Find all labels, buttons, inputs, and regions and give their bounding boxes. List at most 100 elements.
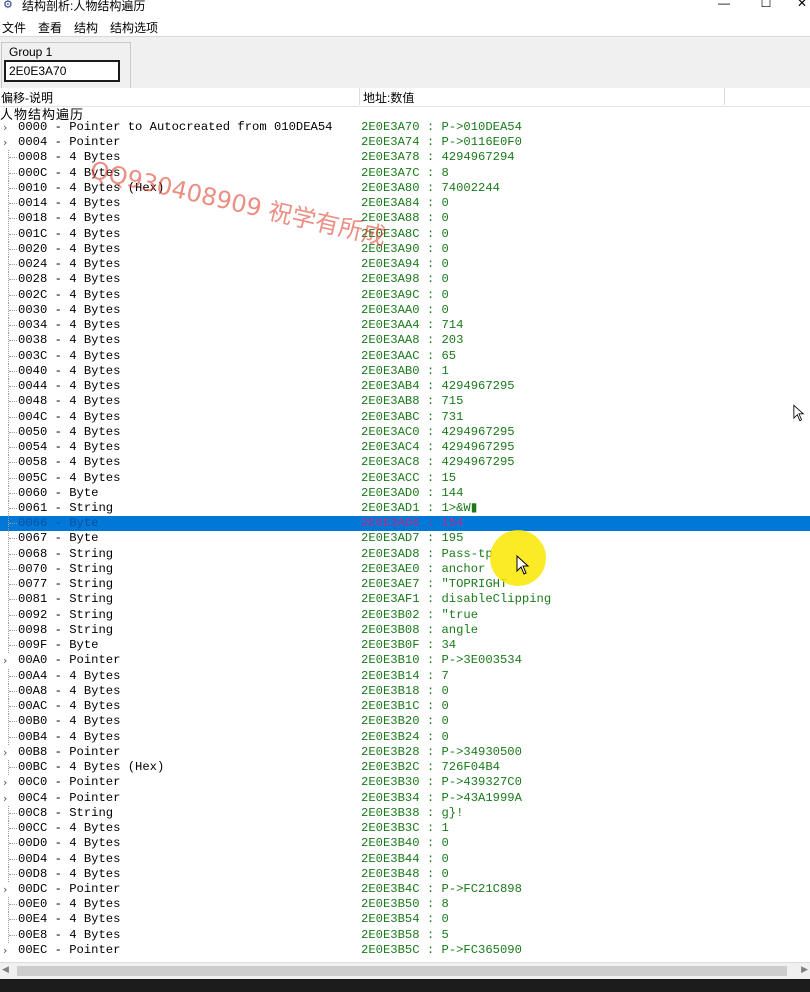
tree-row[interactable]: 0038 - 4 Bytes 2E0E3AA8 : 203 [0, 333, 810, 349]
row-address-value[interactable]: 2E0E3AD1 : 1>&W▮ [361, 501, 477, 516]
tree-row[interactable]: 00E4 - 4 Bytes 2E0E3B54 : 0 [0, 912, 810, 928]
horizontal-scrollbar[interactable]: ◀ ▶ [0, 962, 810, 980]
row-address-value[interactable]: 2E0E3B54 : 0 [361, 912, 449, 927]
structure-tree[interactable]: › 0000 - Pointer to Autocreated from 010D… [0, 120, 810, 960]
row-address-value[interactable]: 2E0E3AAC : 65 [361, 349, 456, 364]
tree-row[interactable]: 0020 - 4 Bytes 2E0E3A90 : 0 [0, 241, 810, 257]
row-address-value[interactable]: 2E0E3B50 : 8 [361, 897, 449, 912]
tree-row[interactable]: 005C - 4 Bytes 2E0E3ACC : 15 [0, 470, 810, 486]
tree-row[interactable]: 00E8 - 4 Bytes 2E0E3B58 : 5 [0, 927, 810, 943]
maximize-button[interactable]: ☐ [754, 0, 778, 12]
tree-row[interactable]: 0067 - Byte 2E0E3AD7 : 195 [0, 531, 810, 547]
row-address-value[interactable]: 2E0E3B18 : 0 [361, 684, 449, 699]
tree-row[interactable]: 0050 - 4 Bytes 2E0E3AC0 : 4294967295 [0, 424, 810, 440]
row-address-value[interactable]: 2E0E3AD8 : Pass-tp [361, 547, 493, 562]
row-address-value[interactable]: 2E0E3ABC : 731 [361, 410, 463, 425]
tree-row[interactable]: › 00DC - Pointer 2E0E3B4C : P->FC21C898 [0, 882, 810, 897]
tree-row[interactable]: 004C - 4 Bytes 2E0E3ABC : 731 [0, 409, 810, 425]
row-address-value[interactable]: 2E0E3B24 : 0 [361, 730, 449, 745]
tree-row[interactable]: 0040 - 4 Bytes 2E0E3AB0 : 1 [0, 363, 810, 379]
tree-row[interactable]: 00BC - 4 Bytes (Hex) 2E0E3B2C : 726F04B4 [0, 760, 810, 776]
expand-chevron-icon[interactable]: › [3, 943, 13, 958]
row-address-value[interactable]: 2E0E3AF1 : disableClipping [361, 592, 551, 607]
minimize-button[interactable]: — [712, 0, 736, 12]
row-address-value[interactable]: 2E0E3AB8 : 715 [361, 394, 463, 409]
row-address-value[interactable]: 2E0E3B34 : P->43A1999A [361, 791, 522, 806]
tree-row[interactable]: 0030 - 4 Bytes 2E0E3AA0 : 0 [0, 302, 810, 318]
tree-row[interactable]: › 0000 - Pointer to Autocreated from 010D… [0, 120, 810, 135]
row-address-value[interactable]: 2E0E3B48 : 0 [361, 867, 449, 882]
tree-row[interactable]: 00A4 - 4 Bytes 2E0E3B14 : 7 [0, 668, 810, 684]
tree-row[interactable]: 00A8 - 4 Bytes 2E0E3B18 : 0 [0, 683, 810, 699]
row-address-value[interactable]: 2E0E3AE0 : anchor [361, 562, 485, 577]
tree-row[interactable]: 00AC - 4 Bytes 2E0E3B1C : 0 [0, 699, 810, 715]
tree-row[interactable]: 0024 - 4 Bytes 2E0E3A94 : 0 [0, 257, 810, 273]
expand-chevron-icon[interactable]: › [3, 120, 13, 135]
row-address-value[interactable]: 2E0E3B3C : 1 [361, 821, 449, 836]
tree-row[interactable]: 002C - 4 Bytes 2E0E3A9C : 0 [0, 287, 810, 303]
row-address-value[interactable]: 2E0E3A7C : 8 [361, 166, 449, 181]
expand-chevron-icon[interactable]: › [3, 653, 13, 668]
row-address-value[interactable]: 2E0E3B38 : g}! [361, 806, 463, 821]
row-address-value[interactable]: 2E0E3A78 : 4294967294 [361, 150, 515, 165]
row-address-value[interactable]: 2E0E3AA4 : 714 [361, 318, 463, 333]
tree-row[interactable]: 0018 - 4 Bytes 2E0E3A88 : 0 [0, 211, 810, 227]
expand-chevron-icon[interactable]: › [3, 775, 13, 790]
tree-row[interactable]: 001C - 4 Bytes 2E0E3A8C : 0 [0, 226, 810, 242]
row-address-value[interactable]: 2E0E3AD6 : 154 [361, 516, 463, 531]
scroll-right-icon[interactable]: ▶ [801, 964, 808, 975]
column-separator[interactable] [724, 88, 725, 105]
tree-row[interactable]: 0028 - 4 Bytes 2E0E3A98 : 0 [0, 272, 810, 288]
row-address-value[interactable]: 2E0E3AC8 : 4294967295 [361, 455, 515, 470]
row-address-value[interactable]: 2E0E3B1C : 0 [361, 699, 449, 714]
tree-row[interactable]: 0014 - 4 Bytes 2E0E3A84 : 0 [0, 196, 810, 212]
expand-chevron-icon[interactable]: › [3, 135, 13, 150]
tree-row[interactable]: 00D0 - 4 Bytes 2E0E3B40 : 0 [0, 836, 810, 852]
row-address-value[interactable]: 2E0E3AA8 : 203 [361, 333, 463, 348]
row-address-value[interactable]: 2E0E3A94 : 0 [361, 257, 449, 272]
tree-row[interactable]: 0066 - Byte 2E0E3AD6 : 154 [0, 516, 810, 532]
row-address-value[interactable]: 2E0E3B08 : angle [361, 623, 478, 638]
tree-row[interactable]: 00B0 - 4 Bytes 2E0E3B20 : 0 [0, 714, 810, 730]
row-address-value[interactable]: 2E0E3AB4 : 4294967295 [361, 379, 515, 394]
tree-row[interactable]: 0058 - 4 Bytes 2E0E3AC8 : 4294967295 [0, 455, 810, 471]
tree-row[interactable]: 0081 - String 2E0E3AF1 : disableClipping [0, 592, 810, 608]
expand-chevron-icon[interactable]: › [3, 745, 13, 760]
row-address-value[interactable]: 2E0E3AC0 : 4294967295 [361, 425, 515, 440]
row-address-value[interactable]: 2E0E3A84 : 0 [361, 196, 449, 211]
menu-structure-options[interactable]: 结构选项 [110, 19, 158, 36]
row-address-value[interactable]: 2E0E3B40 : 0 [361, 836, 449, 851]
menu-view[interactable]: 查看 [38, 19, 62, 36]
tree-row[interactable]: 00E0 - 4 Bytes 2E0E3B50 : 8 [0, 897, 810, 913]
row-address-value[interactable]: 2E0E3ACC : 15 [361, 471, 456, 486]
row-address-value[interactable]: 2E0E3AC4 : 4294967295 [361, 440, 515, 455]
row-address-value[interactable]: 2E0E3B20 : 0 [361, 714, 449, 729]
tree-row[interactable]: 0098 - String 2E0E3B08 : angle [0, 622, 810, 638]
tree-row[interactable]: › 00A0 - Pointer 2E0E3B10 : P->3E003534 [0, 653, 810, 668]
row-address-value[interactable]: 2E0E3B28 : P->34930500 [361, 745, 522, 760]
tree-row[interactable]: › 00B8 - Pointer 2E0E3B28 : P->34930500 [0, 745, 810, 760]
row-address-value[interactable]: 2E0E3B58 : 5 [361, 928, 449, 943]
row-address-value[interactable]: 2E0E3B0F : 34 [361, 638, 456, 653]
row-address-value[interactable]: 2E0E3B02 : "true [361, 608, 478, 623]
tree-row[interactable]: 003C - 4 Bytes 2E0E3AAC : 65 [0, 348, 810, 364]
tree-row[interactable]: 0034 - 4 Bytes 2E0E3AA4 : 714 [0, 318, 810, 334]
row-address-value[interactable]: 2E0E3AE7 : "TOPRIGHT [361, 577, 507, 592]
tree-row[interactable]: 0044 - 4 Bytes 2E0E3AB4 : 4294967295 [0, 379, 810, 395]
row-address-value[interactable]: 2E0E3B44 : 0 [361, 852, 449, 867]
tree-row[interactable]: 0060 - Byte 2E0E3AD0 : 144 [0, 485, 810, 501]
row-address-value[interactable]: 2E0E3AA0 : 0 [361, 303, 449, 318]
tree-row[interactable]: › 00C0 - Pointer 2E0E3B30 : P->439327C0 [0, 775, 810, 790]
tree-row[interactable]: 00C8 - String 2E0E3B38 : g}! [0, 805, 810, 821]
tree-row[interactable]: 00B4 - 4 Bytes 2E0E3B24 : 0 [0, 729, 810, 745]
tree-row[interactable]: 0070 - String 2E0E3AE0 : anchor [0, 561, 810, 577]
tree-row[interactable]: 00CC - 4 Bytes 2E0E3B3C : 1 [0, 821, 810, 837]
tree-row[interactable]: › 00C4 - Pointer 2E0E3B34 : P->43A1999A [0, 791, 810, 806]
row-address-value[interactable]: 2E0E3B5C : P->FC365090 [361, 943, 522, 958]
close-button[interactable]: ✕ [790, 0, 810, 12]
tree-row[interactable]: 0068 - String 2E0E3AD8 : Pass-tp [0, 546, 810, 562]
scroll-left-icon[interactable]: ◀ [2, 964, 9, 975]
row-address-value[interactable]: 2E0E3B4C : P->FC21C898 [361, 882, 522, 897]
expand-chevron-icon[interactable]: › [3, 882, 13, 897]
row-address-value[interactable]: 2E0E3A70 : P->010DEA54 [361, 120, 522, 135]
